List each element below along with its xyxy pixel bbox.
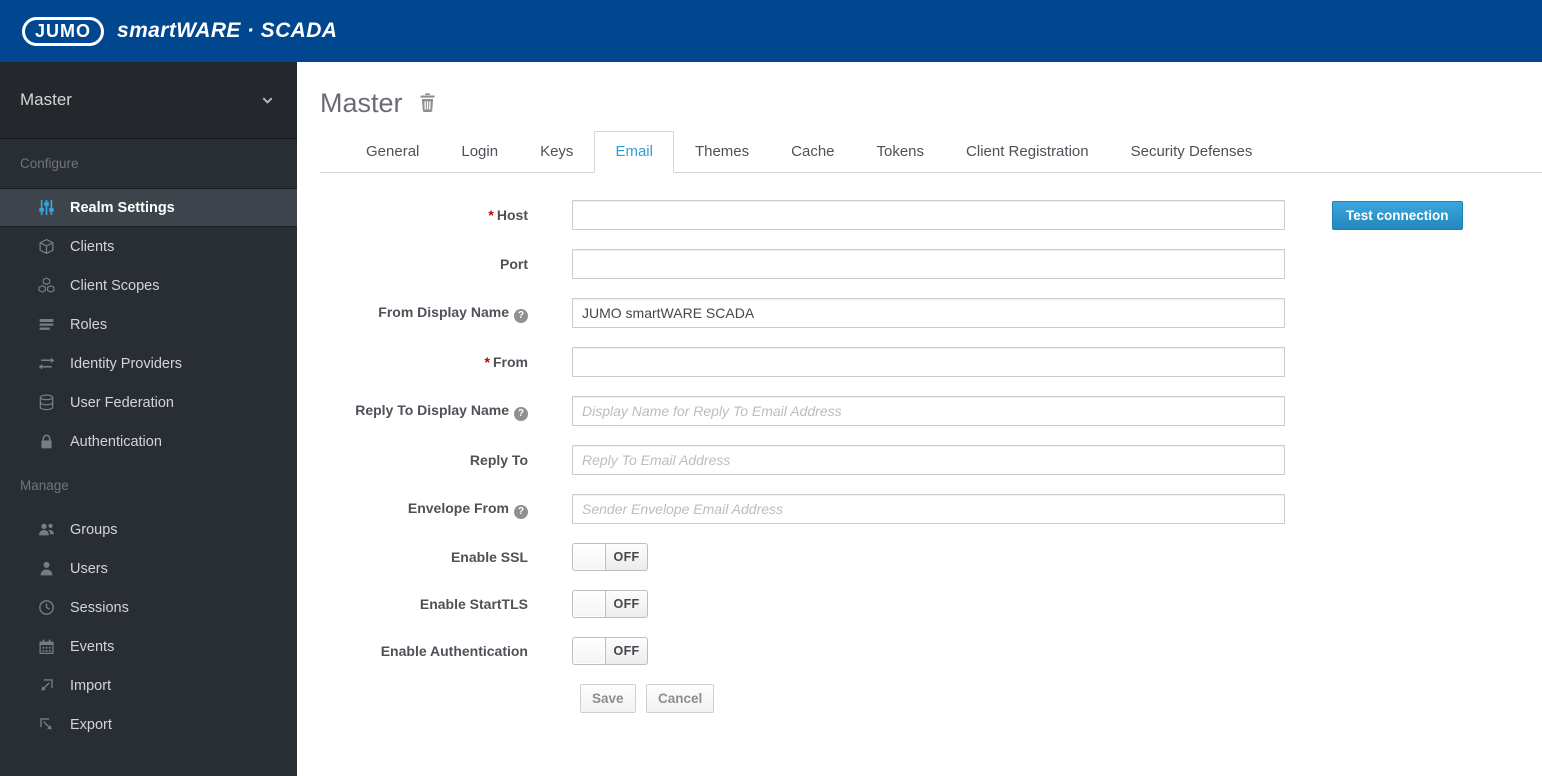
- reply-to-display-name-label: Reply To Display Name?: [320, 402, 528, 421]
- email-settings-form: * Host Test connection Port From Display …: [320, 200, 1542, 713]
- calendar-icon: [37, 638, 55, 656]
- help-icon[interactable]: ?: [514, 504, 528, 519]
- tab-login[interactable]: Login: [440, 131, 519, 173]
- test-connection-button[interactable]: Test connection: [1332, 200, 1463, 230]
- chevron-down-icon: [260, 93, 275, 108]
- sidebar-item-events[interactable]: Events: [0, 627, 297, 666]
- sidebar-item-export[interactable]: Export: [0, 705, 297, 744]
- tab-tokens[interactable]: Tokens: [856, 131, 946, 173]
- tab-email[interactable]: Email: [594, 131, 674, 173]
- toggle-knob: [573, 638, 606, 664]
- enable-ssl-label: Enable SSL: [450, 549, 528, 565]
- app-root: JUMO smartWARE · SCADA Master Configure …: [0, 0, 1542, 776]
- user-icon: [37, 560, 55, 578]
- reply-to-label: Reply To: [469, 452, 528, 468]
- sidebar-item-import[interactable]: Import: [0, 666, 297, 705]
- import-icon: [37, 677, 55, 695]
- tab-security-defenses[interactable]: Security Defenses: [1110, 131, 1274, 173]
- from-display-name-label: From Display Name?: [320, 304, 528, 323]
- form-row-reply-to-display-name: Reply To Display Name?: [320, 396, 1542, 426]
- realm-selector[interactable]: Master: [0, 62, 297, 139]
- reply-to-display-name-input[interactable]: [572, 396, 1285, 426]
- clock-icon: [37, 599, 55, 617]
- form-row-from-display-name: From Display Name?: [320, 298, 1542, 328]
- delete-realm-button[interactable]: [418, 92, 437, 116]
- envelope-from-input[interactable]: [572, 494, 1285, 524]
- tab-general[interactable]: General: [345, 131, 440, 173]
- form-row-host: * Host Test connection: [320, 200, 1542, 230]
- tab-keys[interactable]: Keys: [519, 131, 594, 173]
- brand-text: smartWARE · SCADA: [117, 19, 338, 42]
- exchange-icon: [37, 355, 55, 373]
- toggle-state: OFF: [613, 597, 640, 611]
- form-row-reply-to: Reply To: [320, 445, 1542, 475]
- title-row: Master: [320, 88, 1542, 119]
- host-label: * Host: [488, 207, 528, 223]
- sidebar-item-roles[interactable]: Roles: [0, 305, 297, 344]
- from-input[interactable]: [572, 347, 1285, 377]
- sidebar-nav: Configure Realm Settings Clients Client …: [0, 154, 297, 744]
- enable-authentication-toggle[interactable]: OFF: [572, 637, 648, 665]
- sidebar-item-clients[interactable]: Clients: [0, 227, 297, 266]
- database-icon: [37, 394, 55, 412]
- enable-starttls-label: Enable StartTLS: [419, 596, 528, 612]
- sidebar-item-realm-settings[interactable]: Realm Settings: [0, 188, 297, 227]
- enable-starttls-toggle[interactable]: OFF: [572, 590, 648, 618]
- users-icon: [37, 521, 55, 539]
- required-marker: *: [484, 354, 490, 370]
- port-input[interactable]: [572, 249, 1285, 279]
- sidebar-item-users[interactable]: Users: [0, 549, 297, 588]
- sidebar-item-user-federation[interactable]: User Federation: [0, 383, 297, 422]
- required-marker: *: [488, 207, 494, 223]
- cube-icon: [37, 238, 55, 256]
- jumo-logo: JUMO: [22, 16, 105, 46]
- sidebar-item-identity-providers[interactable]: Identity Providers: [0, 344, 297, 383]
- form-row-enable-starttls: Enable StartTLS OFF: [320, 590, 1542, 618]
- tab-client-registration[interactable]: Client Registration: [945, 131, 1110, 173]
- trash-icon: [418, 92, 437, 116]
- form-actions-row: Save Cancel: [320, 684, 1542, 713]
- host-input[interactable]: [572, 200, 1285, 230]
- toggle-state: OFF: [613, 644, 640, 658]
- from-label: * From: [484, 354, 528, 370]
- help-icon[interactable]: ?: [514, 406, 528, 421]
- sidebar-item-groups[interactable]: Groups: [0, 510, 297, 549]
- tab-cache[interactable]: Cache: [770, 131, 855, 173]
- form-row-enable-ssl: Enable SSL OFF: [320, 543, 1542, 571]
- toggle-knob: [573, 591, 606, 617]
- form-row-enable-authentication: Enable Authentication OFF: [320, 637, 1542, 665]
- form-row-port: Port: [320, 249, 1542, 279]
- port-label: Port: [500, 256, 528, 272]
- section-label-configure: Configure: [20, 156, 79, 171]
- realm-name: Master: [20, 90, 72, 109]
- enable-authentication-label: Enable Authentication: [380, 643, 528, 659]
- save-button[interactable]: Save: [580, 684, 636, 713]
- tab-bar: General Login Keys Email Themes Cache To…: [320, 131, 1542, 173]
- form-row-envelope-from: Envelope From?: [320, 494, 1542, 524]
- sliders-icon: [37, 199, 55, 217]
- from-display-name-input[interactable]: [572, 298, 1285, 328]
- sidebar-item-client-scopes[interactable]: Client Scopes: [0, 266, 297, 305]
- lock-icon: [37, 433, 55, 451]
- section-label-manage: Manage: [20, 478, 69, 493]
- toggle-knob: [573, 544, 606, 570]
- sidebar: Master Configure Realm Settings Clients: [0, 62, 297, 776]
- toggle-state: OFF: [613, 550, 640, 564]
- sidebar-item-sessions[interactable]: Sessions: [0, 588, 297, 627]
- export-icon: [37, 716, 55, 734]
- reply-to-input[interactable]: [572, 445, 1285, 475]
- cubes-icon: [37, 277, 55, 295]
- cancel-button[interactable]: Cancel: [645, 684, 715, 713]
- main-content: Master General Login Keys Email Themes C…: [297, 62, 1542, 776]
- app-header: JUMO smartWARE · SCADA: [0, 0, 1542, 62]
- form-row-from: * From: [320, 347, 1542, 377]
- help-icon[interactable]: ?: [514, 308, 528, 323]
- tab-themes[interactable]: Themes: [674, 131, 770, 173]
- sidebar-item-authentication[interactable]: Authentication: [0, 422, 297, 461]
- page-title: Master: [320, 88, 403, 118]
- envelope-from-label: Envelope From?: [320, 500, 528, 519]
- enable-ssl-toggle[interactable]: OFF: [572, 543, 648, 571]
- list-icon: [37, 316, 55, 334]
